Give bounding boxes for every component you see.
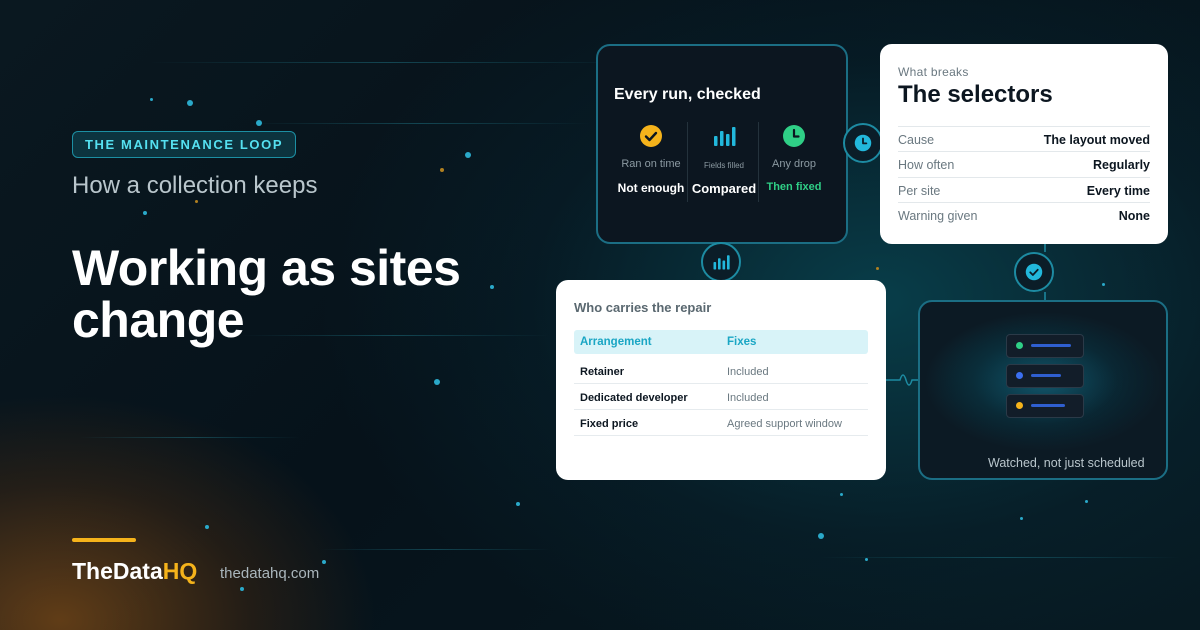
- server-bar: [1031, 344, 1071, 347]
- repair-card: Who carries the repair Arrangement Fixes…: [556, 280, 886, 480]
- row-value: Regularly: [1093, 157, 1150, 172]
- selectors-title: The selectors: [898, 81, 1053, 108]
- decor-dot: [840, 493, 843, 496]
- metric-any-drop: Any drop Then fixed: [756, 124, 832, 193]
- cell-arrangement: Fixed price: [580, 418, 639, 430]
- repair-table-header: Arrangement Fixes: [574, 330, 868, 354]
- decor-dot: [1020, 517, 1023, 520]
- decor-dot: [256, 120, 262, 126]
- decor-dot: [440, 168, 444, 172]
- decor-dot: [1102, 283, 1105, 286]
- metric-fields-filled: Fields filled Compared: [686, 124, 762, 196]
- server-bar: [1031, 374, 1061, 377]
- table-row: Retainer Included: [574, 358, 868, 384]
- decor-dot: [865, 558, 868, 561]
- column-header: Fixes: [727, 336, 757, 348]
- metric-label: Ran on time: [621, 158, 681, 170]
- decor-line: [150, 62, 630, 63]
- page-subtitle: How a collection keeps: [72, 172, 318, 199]
- check-circle-icon: [1025, 263, 1043, 281]
- server-unit: [1006, 394, 1084, 418]
- bar-chart-icon: [713, 255, 730, 270]
- row-value: None: [1118, 208, 1150, 223]
- clock-icon: [854, 134, 872, 152]
- section-eyebrow: THE MAINTENANCE LOOP: [72, 131, 297, 158]
- decor-dot: [195, 200, 198, 203]
- server-unit: [1006, 334, 1084, 358]
- selectors-row: Per site Every time: [898, 177, 1150, 203]
- decor-dot: [516, 502, 520, 506]
- metric-value: Compared: [691, 181, 757, 196]
- decor-dot: [465, 152, 471, 158]
- decor-dot: [876, 267, 879, 270]
- selectors-row: Warning given None: [898, 202, 1150, 228]
- status-led-icon: [1016, 372, 1023, 379]
- decor-dot: [434, 379, 440, 385]
- status-led-icon: [1016, 342, 1023, 349]
- clock-icon: [783, 125, 805, 147]
- brand-logo[interactable]: TheDataHQ: [72, 558, 197, 585]
- decor-dot: [1085, 500, 1088, 503]
- node-bar-chart: [701, 242, 741, 282]
- runs-card-title: Every run, checked: [614, 86, 761, 103]
- node-check: [1014, 252, 1054, 292]
- brand-name-accent: HQ: [162, 558, 198, 584]
- brand-name-main: TheData: [72, 558, 163, 584]
- page-headline: Working as sites change: [72, 240, 461, 348]
- row-value: The layout moved: [1043, 132, 1150, 147]
- metric-ran-on-time: Ran on time Not enough: [613, 124, 689, 195]
- cell-fixes: Agreed support window: [727, 418, 842, 430]
- server-bar: [1031, 404, 1065, 407]
- decor-line: [80, 437, 300, 438]
- selectors-row: Cause The layout moved: [898, 126, 1150, 152]
- cell-arrangement: Dedicated developer: [580, 392, 688, 404]
- cell-fixes: Included: [727, 392, 769, 404]
- cell-arrangement: Retainer: [580, 366, 625, 378]
- runs-card: Every run, checked Ran on time Not enoug…: [596, 44, 848, 244]
- metric-label: Any drop: [771, 158, 817, 170]
- metric-label: Fields filled: [703, 161, 744, 170]
- decor-dot: [205, 525, 209, 529]
- node-clock: [843, 123, 883, 163]
- decor-dot: [818, 533, 824, 539]
- selectors-card: What breaks The selectors Cause The layo…: [880, 44, 1168, 244]
- table-row: Dedicated developer Included: [574, 384, 868, 410]
- server-unit: [1006, 364, 1084, 388]
- decor-dot: [187, 100, 193, 106]
- bar-chart-icon: [714, 127, 736, 146]
- watch-caption: Watched, not just scheduled: [988, 456, 1145, 470]
- repair-title: Who carries the repair: [574, 300, 712, 315]
- row-key: Per site: [898, 183, 941, 198]
- decor-dot: [322, 560, 326, 564]
- column-header: Arrangement: [580, 336, 652, 348]
- decor-line: [250, 123, 590, 124]
- row-key: How often: [898, 157, 955, 172]
- watch-card: Watched, not just scheduled: [918, 300, 1168, 480]
- metric-value: Not enough: [617, 181, 685, 195]
- row-key: Warning given: [898, 208, 978, 223]
- decor-dot: [240, 587, 244, 591]
- selectors-kicker: What breaks: [898, 65, 969, 79]
- row-key: Cause: [898, 132, 935, 147]
- selectors-row: How often Regularly: [898, 151, 1150, 177]
- decor-dot: [143, 211, 147, 215]
- brand-url[interactable]: thedatahq.com: [220, 565, 319, 582]
- status-led-icon: [1016, 402, 1023, 409]
- brand-accent-bar: [72, 538, 136, 542]
- table-row: Fixed price Agreed support window: [574, 410, 868, 436]
- cell-fixes: Included: [727, 366, 769, 378]
- check-circle-icon: [640, 125, 662, 147]
- row-value: Every time: [1086, 183, 1150, 198]
- metric-value: Then fixed: [766, 181, 822, 193]
- decor-line: [320, 549, 550, 550]
- decor-line: [820, 557, 1180, 558]
- decor-dot: [150, 98, 153, 101]
